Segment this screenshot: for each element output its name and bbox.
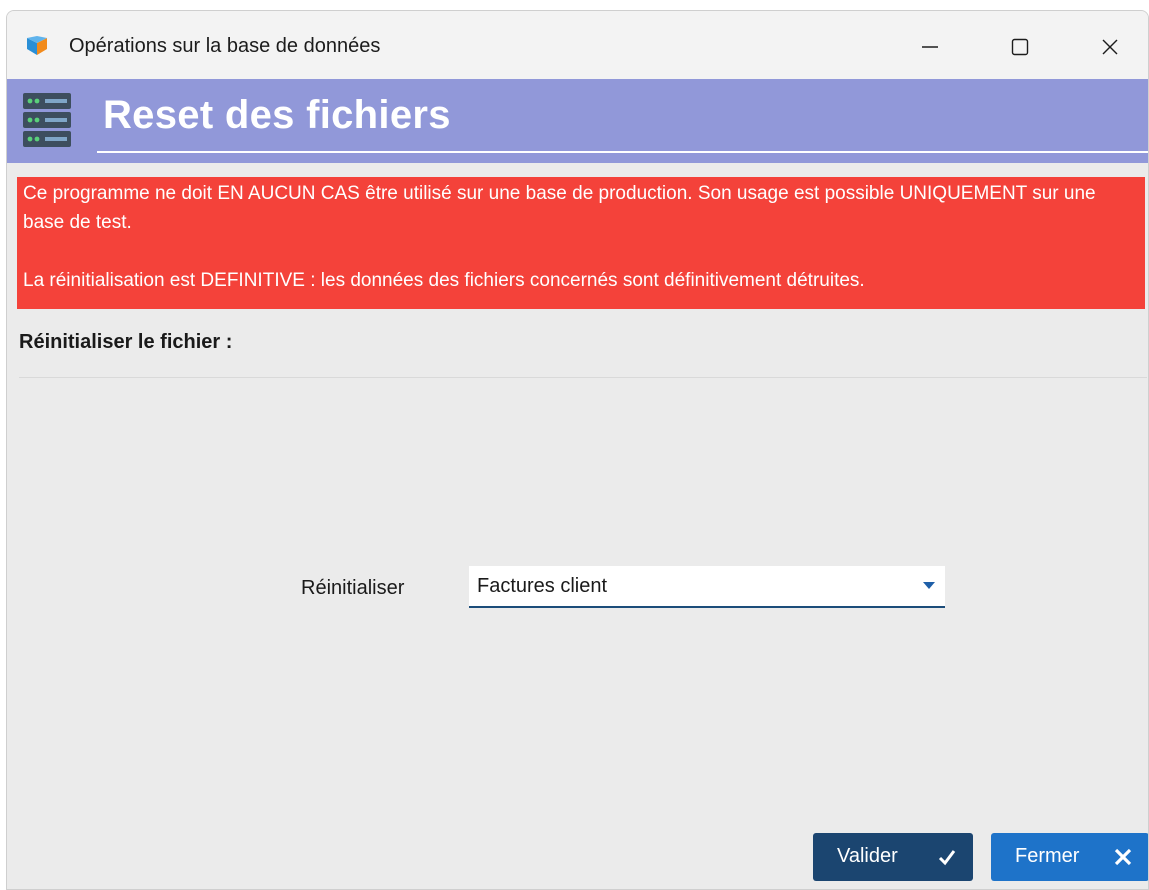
warning-spacer	[23, 237, 1139, 266]
checkmark-icon	[938, 850, 956, 866]
app-logo-icon	[27, 36, 47, 55]
validate-button[interactable]: Valider	[813, 833, 973, 881]
section-heading: Réinitialiser le fichier :	[19, 331, 233, 353]
validate-button-label: Valider	[837, 845, 898, 867]
dialog-window: Opérations sur la base de données Reset …	[6, 10, 1149, 890]
window-title: Opérations sur la base de données	[69, 35, 381, 57]
close-button-label: Fermer	[1015, 845, 1080, 867]
file-select-value: Factures client	[477, 575, 608, 597]
reset-field-label: Réinitialiser	[301, 577, 405, 599]
minimize-icon	[922, 46, 938, 48]
section-divider	[19, 377, 1147, 378]
warning-banner: Ce programme ne doit EN AUCUN CAS être u…	[17, 177, 1145, 309]
warning-text-2: La réinitialisation est DEFINITIVE : les…	[23, 270, 865, 291]
chevron-down-icon[interactable]	[923, 582, 935, 589]
page-header: Reset des fichiers	[7, 79, 1148, 163]
close-button[interactable]: Fermer	[991, 833, 1148, 881]
close-x-icon	[1114, 848, 1132, 866]
database-server-icon	[23, 93, 71, 147]
maximize-button[interactable]	[992, 19, 1048, 75]
warning-text-1: Ce programme ne doit EN AUCUN CAS être u…	[23, 183, 1096, 233]
title-bar: Opérations sur la base de données	[7, 11, 1148, 79]
maximize-icon	[1011, 38, 1029, 56]
close-window-button[interactable]	[1082, 19, 1138, 75]
header-underline	[97, 151, 1148, 153]
page-title: Reset des fichiers	[103, 93, 451, 137]
minimize-button[interactable]	[902, 19, 958, 75]
file-select-dropdown[interactable]: Factures client	[469, 566, 945, 608]
close-icon	[1102, 39, 1118, 55]
